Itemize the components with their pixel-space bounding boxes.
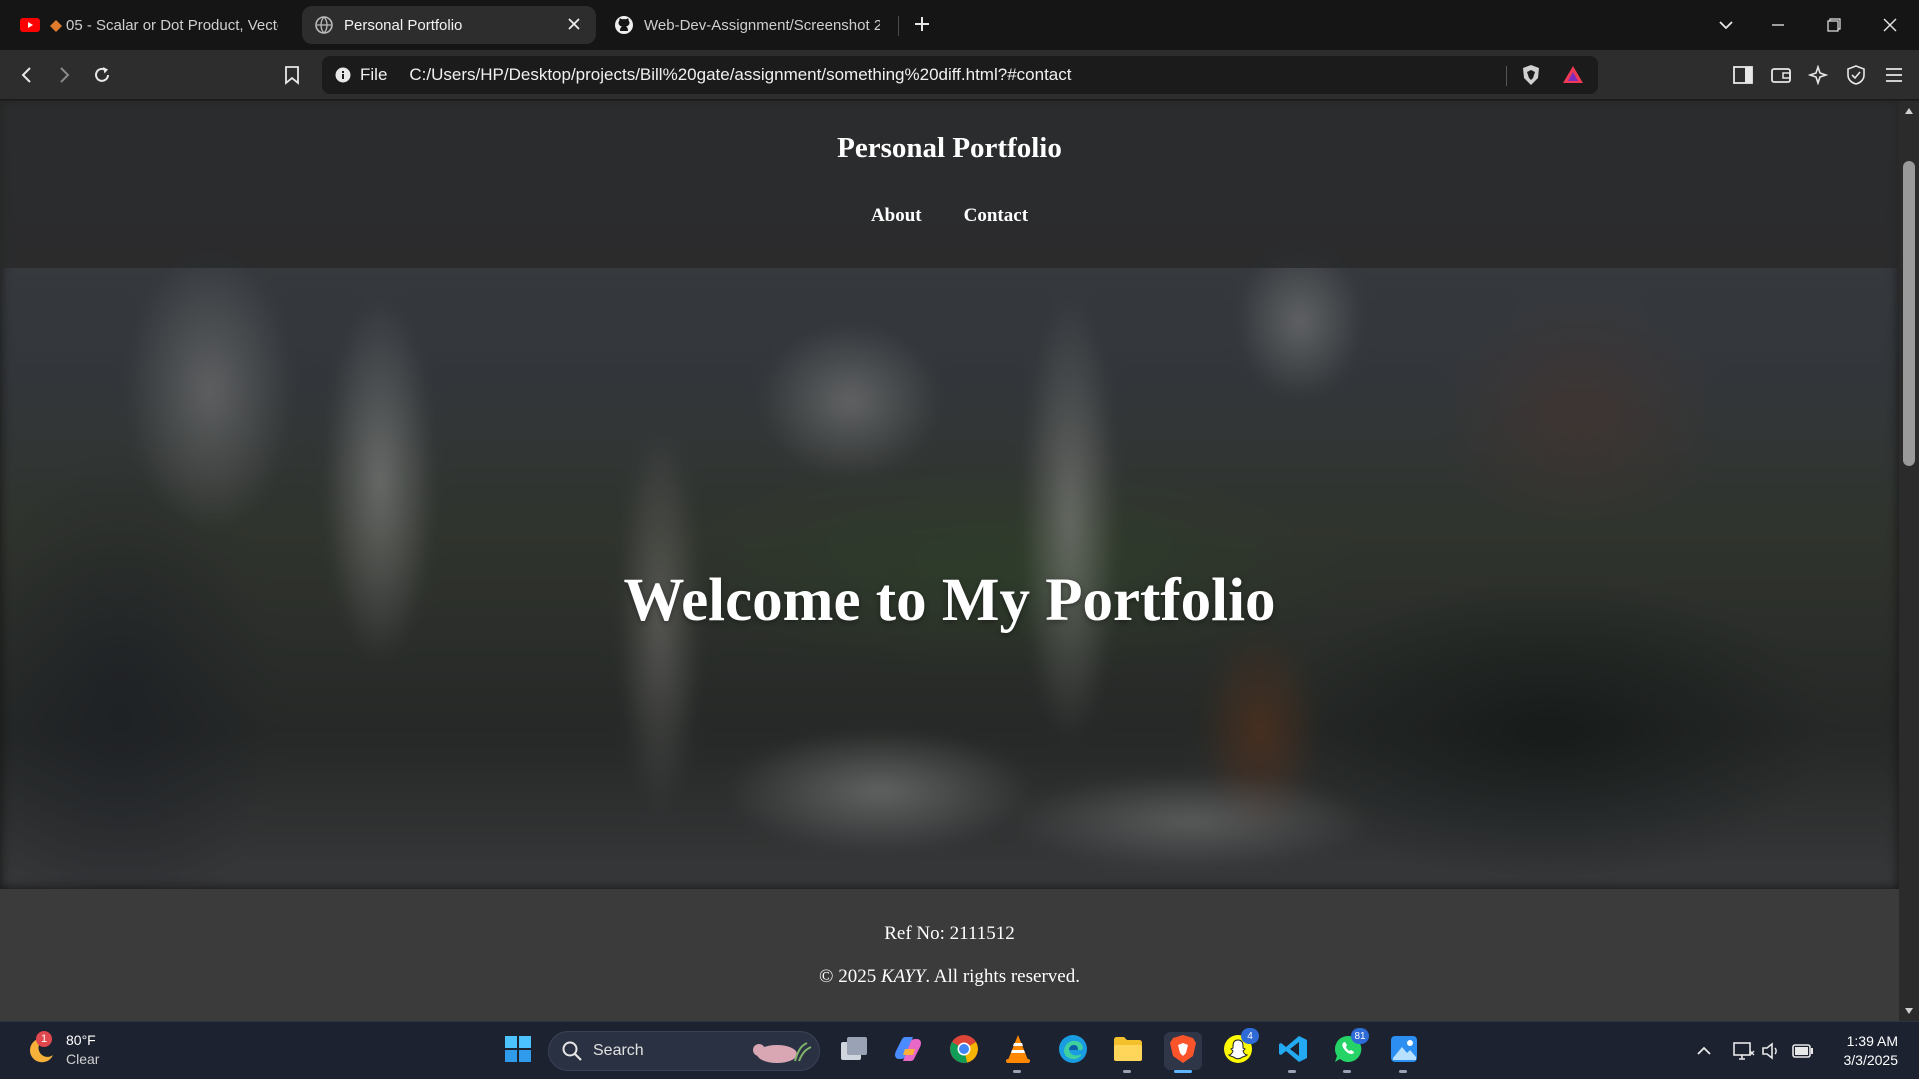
copyright-name: KAYY — [880, 966, 926, 987]
search-icon — [561, 1040, 583, 1062]
footer-ref-number: Ref No: 2111512 — [884, 923, 1015, 944]
taskbar-app-vscode[interactable] — [1274, 1032, 1312, 1073]
address-bar[interactable]: File C:/Users/HP/Desktop/projects/Bill%2… — [322, 56, 1598, 94]
taskbar-app-chrome[interactable] — [945, 1032, 983, 1070]
scheme-label: File — [360, 65, 388, 84]
minimize-icon[interactable] — [1765, 12, 1791, 38]
photos-icon — [1390, 1035, 1418, 1068]
running-indicator — [1123, 1070, 1131, 1073]
brave-rewards-icon[interactable] — [1562, 64, 1584, 86]
search-label: Search — [593, 1042, 644, 1059]
wallet-icon[interactable] — [1768, 62, 1794, 88]
site-nav: About Contact — [0, 205, 1899, 227]
running-indicator — [1288, 1070, 1296, 1073]
nav-link-contact[interactable]: Contact — [964, 205, 1028, 227]
browser-tab-strip: 05 - Scalar or Dot Product, Vecto Person… — [0, 0, 1919, 50]
site-header: Personal Portfolio About Contact — [0, 101, 1899, 268]
forward-arrow-icon[interactable] — [51, 62, 77, 88]
scroll-down-arrow-icon[interactable] — [1899, 1001, 1919, 1021]
youtube-icon — [20, 15, 40, 35]
weather-condition: Clear — [66, 1051, 100, 1067]
tab-search-chevron-down-icon[interactable] — [1713, 12, 1739, 38]
start-button[interactable] — [499, 1032, 537, 1070]
system-clock[interactable]: 1:39 AM 3/3/2025 — [1818, 1032, 1899, 1070]
brave-shields-icon[interactable] — [1520, 64, 1542, 86]
taskbar-app-photos[interactable] — [1385, 1032, 1423, 1073]
tab-title: 05 - Scalar or Dot Product, Vecto — [66, 16, 278, 34]
snapchat-notification-badge: 4 — [1241, 1028, 1259, 1044]
url-text[interactable]: C:/Users/HP/Desktop/projects/Bill%20gate… — [409, 65, 1071, 85]
menu-icon[interactable] — [1881, 62, 1907, 88]
reload-icon[interactable] — [89, 62, 115, 88]
battery-icon[interactable] — [1792, 1040, 1814, 1062]
nav-link-about[interactable]: About — [871, 205, 922, 227]
clock-time: 1:39 AM — [1846, 1033, 1898, 1049]
taskbar-app-vlc[interactable] — [999, 1032, 1037, 1073]
task-view-button[interactable] — [835, 1032, 873, 1070]
tab-github[interactable]: Web-Dev-Assignment/Screenshot 2 — [602, 6, 892, 44]
page-viewport: Personal Portfolio About Contact Welcome… — [0, 101, 1899, 1021]
address-separator — [1506, 66, 1507, 86]
taskbar-app-copilot[interactable] — [889, 1032, 927, 1070]
scroll-up-arrow-icon[interactable] — [1899, 101, 1919, 121]
github-icon — [614, 15, 634, 35]
weather-alert-badge: 1 — [36, 1031, 52, 1047]
running-indicator — [1013, 1070, 1021, 1073]
edge-icon — [1058, 1034, 1088, 1069]
tab-title: Web-Dev-Assignment/Screenshot 2 — [644, 16, 880, 34]
tab-personal-portfolio[interactable]: Personal Portfolio — [302, 6, 596, 44]
clock-date: 3/3/2025 — [1843, 1052, 1899, 1068]
folder-icon — [1113, 1036, 1143, 1067]
tab-youtube[interactable]: 05 - Scalar or Dot Product, Vecto — [8, 6, 290, 44]
globe-icon — [314, 15, 334, 35]
brave-lion-icon — [1169, 1034, 1197, 1069]
back-arrow-icon[interactable] — [14, 62, 40, 88]
vlc-cone-icon — [1005, 1034, 1031, 1069]
tab-title: Personal Portfolio — [344, 16, 463, 34]
taskbar-app-edge[interactable] — [1054, 1032, 1092, 1070]
leo-ai-icon[interactable] — [1805, 62, 1831, 88]
volume-icon[interactable] — [1760, 1040, 1782, 1062]
site-title: Personal Portfolio — [837, 132, 1062, 164]
running-indicator — [1174, 1070, 1192, 1073]
taskbar-app-brave[interactable] — [1164, 1032, 1202, 1073]
copilot-icon — [893, 1035, 923, 1068]
info-icon[interactable] — [334, 66, 352, 84]
running-indicator — [1343, 1070, 1351, 1073]
weather-widget[interactable]: 1 80°F Clear — [26, 1031, 99, 1069]
taskbar-app-file-explorer[interactable] — [1109, 1032, 1147, 1073]
taskbar-app-snapchat[interactable]: 4 — [1219, 1028, 1259, 1070]
restore-icon[interactable] — [1821, 12, 1847, 38]
running-indicator — [1399, 1070, 1407, 1073]
network-icon[interactable] — [1733, 1040, 1755, 1062]
windows-logo-icon — [504, 1035, 532, 1068]
close-tab-icon[interactable] — [564, 14, 584, 34]
tab-separator — [898, 16, 899, 36]
taskbar-app-whatsapp[interactable]: 81 — [1329, 1028, 1369, 1073]
whatsapp-notification-badge: 81 — [1351, 1028, 1369, 1044]
new-tab-icon[interactable] — [910, 12, 934, 36]
weather-temperature: 80°F — [66, 1032, 96, 1048]
task-view-icon — [840, 1036, 868, 1067]
sidebar-toggle-icon[interactable] — [1730, 62, 1756, 88]
footer-copyright: © 2025 KAYY. All rights reserved. — [0, 966, 1899, 988]
moon-icon: 1 — [26, 1031, 56, 1065]
vscode-icon — [1278, 1034, 1308, 1069]
chevron-up-icon[interactable] — [1693, 1040, 1715, 1062]
chrome-icon — [949, 1034, 979, 1069]
search-highlight-illustration — [751, 1037, 813, 1067]
vpn-shield-icon[interactable] — [1843, 62, 1869, 88]
diamond-icon — [50, 19, 62, 32]
windows-taskbar: 1 80°F Clear Search 4 81 1:39 AM 3/3/202… — [0, 1021, 1919, 1079]
copyright-suffix: . All rights reserved. — [925, 966, 1080, 987]
scrollbar-thumb[interactable] — [1903, 161, 1915, 466]
taskbar-search[interactable]: Search — [548, 1031, 820, 1071]
site-footer: Ref No: 2111512 © 2025 KAYY. All rights … — [0, 889, 1899, 1021]
bookmark-icon[interactable] — [279, 62, 305, 88]
browser-toolbar: File C:/Users/HP/Desktop/projects/Bill%2… — [0, 50, 1919, 100]
copyright-prefix: © 2025 — [819, 966, 881, 987]
hero-title: Welcome to My Portfolio — [623, 567, 1276, 634]
page-scrollbar[interactable] — [1899, 101, 1919, 1021]
close-window-icon[interactable] — [1877, 12, 1903, 38]
